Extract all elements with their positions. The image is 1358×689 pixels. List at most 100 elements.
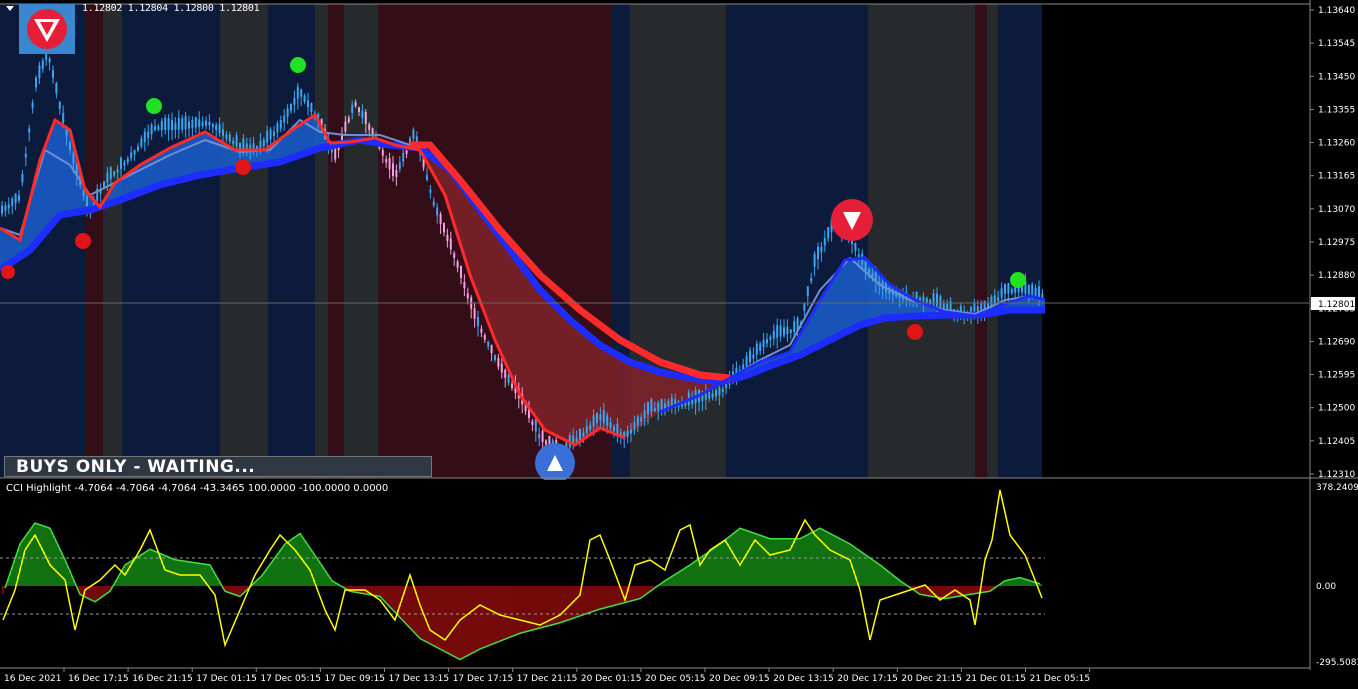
candle-body xyxy=(58,101,61,110)
candle-body xyxy=(772,330,775,339)
candle-body xyxy=(361,110,364,118)
candle-body xyxy=(650,399,653,412)
candle-body xyxy=(449,238,452,250)
candle-body xyxy=(157,126,160,130)
candle-body xyxy=(354,102,357,107)
candle-body xyxy=(242,138,245,150)
candle-body xyxy=(262,139,265,147)
candle-body xyxy=(364,111,367,124)
candle-body xyxy=(140,138,143,147)
buy-dot-icon xyxy=(146,98,162,114)
price-tick-label: 1.13640 xyxy=(1318,6,1355,16)
candle-body xyxy=(184,116,187,130)
candle-body xyxy=(579,428,581,440)
candle-body xyxy=(106,172,109,183)
price-tick-label: 1.12595 xyxy=(1318,371,1355,381)
brand-logo xyxy=(19,4,75,54)
candle-body xyxy=(806,286,809,297)
candle-body xyxy=(745,355,748,367)
time-tick-label: 17 Dec 09:15 xyxy=(325,674,386,684)
price-tick-label: 1.12975 xyxy=(1318,238,1355,248)
candle-body xyxy=(395,169,398,177)
candle-body xyxy=(1000,288,1003,298)
candle-body xyxy=(293,98,296,105)
time-tick-label: 20 Dec 09:15 xyxy=(709,674,770,684)
candle-body xyxy=(711,393,714,398)
status-banner: BUYS ONLY - WAITING... xyxy=(4,456,432,477)
candle-body xyxy=(38,65,41,79)
candle-body xyxy=(446,234,449,241)
candle-body xyxy=(783,327,785,336)
candle-body xyxy=(225,134,228,139)
candle-body xyxy=(171,120,173,130)
candle-body xyxy=(130,152,133,159)
candle-body xyxy=(500,363,503,373)
candle-body xyxy=(4,205,7,211)
candle-body xyxy=(218,124,221,133)
candle-body xyxy=(494,355,496,360)
candle-body xyxy=(1014,286,1017,293)
candle-body xyxy=(113,171,116,176)
candle-body xyxy=(55,82,58,94)
candle-body xyxy=(150,124,153,135)
candle-body xyxy=(585,425,588,434)
candle-body xyxy=(303,95,306,102)
candle-body xyxy=(453,253,456,258)
candle-body xyxy=(817,246,819,259)
zone-neutral xyxy=(315,4,328,478)
candle-body xyxy=(296,86,299,99)
candle-body xyxy=(269,129,272,140)
candle-body xyxy=(507,374,510,383)
candle-body xyxy=(215,124,218,131)
time-tick-label: 16 Dec 17:15 xyxy=(68,674,129,684)
logo-emblem-icon xyxy=(27,9,67,49)
candle-body xyxy=(534,419,537,432)
candle-body xyxy=(7,204,10,209)
cci-indicator-pane[interactable]: 378.2409 0.00 -295.5083 xyxy=(0,480,1358,670)
candle-body xyxy=(276,123,279,133)
price-tick-label: 1.13070 xyxy=(1318,205,1355,215)
candle-body xyxy=(48,58,51,63)
candle-body xyxy=(854,243,857,251)
candle-body xyxy=(123,162,126,166)
candle-body xyxy=(545,440,547,445)
candle-body xyxy=(810,277,813,282)
candle-body xyxy=(789,329,792,334)
candle-body xyxy=(718,387,721,396)
candle-body xyxy=(392,163,394,176)
buy-dot-icon xyxy=(290,57,306,73)
price-tick-label: 1.13260 xyxy=(1318,139,1355,149)
candle-body xyxy=(487,341,490,347)
candle-body xyxy=(69,142,71,150)
candle-body xyxy=(504,369,507,378)
time-tick-label: 16 Dec 2021 xyxy=(4,674,62,684)
candle-body xyxy=(1038,286,1040,298)
zone-bull xyxy=(122,4,220,478)
chart-menu-arrow-icon[interactable] xyxy=(6,6,14,11)
candle-body xyxy=(497,357,500,367)
candle-body xyxy=(426,175,428,180)
candle-body xyxy=(820,246,823,253)
candle-body xyxy=(942,303,945,309)
candle-body xyxy=(939,296,942,308)
candle-body xyxy=(310,102,313,113)
candle-body xyxy=(749,350,751,363)
candle-body xyxy=(208,121,211,126)
candle-body xyxy=(592,415,595,427)
candle-body xyxy=(793,321,796,332)
buy-dot-icon xyxy=(1010,272,1026,288)
candle-body xyxy=(613,426,615,432)
zone-bull xyxy=(268,4,315,478)
candle-body xyxy=(205,120,207,126)
candle-body xyxy=(636,416,639,426)
price-tick-label: 1.12690 xyxy=(1318,337,1355,347)
candle-body xyxy=(657,402,660,411)
candle-body xyxy=(769,336,772,340)
candle-body xyxy=(1041,293,1044,298)
candle-body xyxy=(538,434,541,439)
candle-body xyxy=(456,261,459,268)
candle-body xyxy=(755,343,758,355)
sell-dot-icon xyxy=(1,265,15,279)
price-chart[interactable]: 1.13640 1.13545 1.13450 1.13355 1.13260 1.131… xyxy=(0,0,1358,480)
candle-body xyxy=(630,429,632,434)
